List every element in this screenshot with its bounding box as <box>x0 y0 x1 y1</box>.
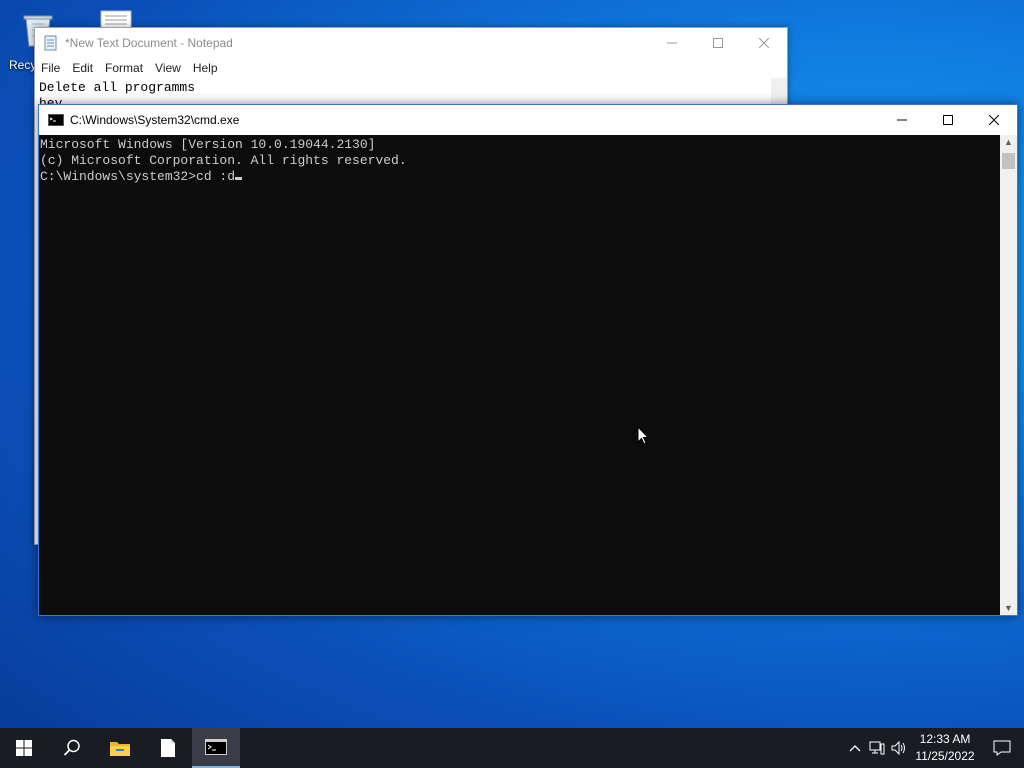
close-icon <box>989 115 999 125</box>
search-icon <box>63 739 80 756</box>
notepad-title: *New Text Document - Notepad <box>65 36 233 50</box>
start-button[interactable] <box>0 728 48 768</box>
menu-format[interactable]: Format <box>99 61 149 75</box>
file-explorer-icon <box>110 742 130 756</box>
show-hidden-icons-button[interactable] <box>844 728 866 768</box>
notepad-menubar: File Edit Format View Help <box>35 58 787 78</box>
notepad-minimize-button[interactable] <box>649 28 695 58</box>
mouse-pointer-icon <box>637 426 649 445</box>
start-icon <box>16 740 32 756</box>
close-icon <box>759 38 769 48</box>
menu-help[interactable]: Help <box>187 61 224 75</box>
console-line: Microsoft Windows [Version 10.0.19044.21… <box>40 137 376 152</box>
cmd-taskbar-button[interactable] <box>192 728 240 768</box>
cmd-window[interactable]: C:\Windows\System32\cmd.exe Microsoft Wi… <box>38 104 1018 616</box>
file-explorer-button[interactable] <box>96 728 144 768</box>
notepad-maximize-button[interactable] <box>695 28 741 58</box>
cmd-minimize-button[interactable] <box>879 105 925 135</box>
network-button[interactable] <box>866 728 888 768</box>
system-clock[interactable]: 12:33 AM 11/25/2022 <box>910 731 980 765</box>
scroll-up-icon[interactable]: ▲ <box>1004 137 1013 147</box>
recycle-bin-label: Recy <box>9 58 37 72</box>
chevron-up-icon <box>849 745 861 752</box>
notepad-close-button[interactable] <box>741 28 787 58</box>
notification-icon <box>993 740 1011 756</box>
search-button[interactable] <box>48 728 96 768</box>
text-cursor <box>235 177 243 180</box>
console-line: (c) Microsoft Corporation. All rights re… <box>40 153 407 168</box>
console-prompt-line: C:\Windows\system32>cd :d <box>40 169 999 185</box>
notepad-icon <box>161 739 175 757</box>
minimize-icon <box>897 119 907 121</box>
cmd-title: C:\Windows\System32\cmd.exe <box>70 113 240 127</box>
notepad-taskbar-button[interactable] <box>144 728 192 768</box>
action-center-button[interactable] <box>980 728 1024 768</box>
scroll-thumb[interactable] <box>1002 153 1015 169</box>
clock-time: 12:33 AM <box>919 732 971 746</box>
cmd-close-button[interactable] <box>971 105 1017 135</box>
taskbar: 12:33 AM 11/25/2022 <box>0 728 1024 768</box>
menu-view[interactable]: View <box>149 61 187 75</box>
cmd-icon <box>205 739 227 755</box>
cmd-app-icon <box>48 114 64 126</box>
cmd-titlebar[interactable]: C:\Windows\System32\cmd.exe <box>39 105 1017 135</box>
notepad-titlebar[interactable]: *New Text Document - Notepad <box>35 28 787 58</box>
volume-icon <box>891 741 905 755</box>
notepad-app-icon <box>44 35 57 51</box>
cmd-console[interactable]: Microsoft Windows [Version 10.0.19044.21… <box>39 135 1000 615</box>
menu-file[interactable]: File <box>35 61 66 75</box>
menu-edit[interactable]: Edit <box>66 61 99 75</box>
scroll-down-icon[interactable]: ▼ <box>1004 603 1013 613</box>
cmd-scrollbar[interactable]: ▲ ▼ <box>1000 135 1017 615</box>
cmd-maximize-button[interactable] <box>925 105 971 135</box>
console-prompt: C:\Windows\system32>cd :d <box>40 169 236 184</box>
maximize-icon <box>943 115 953 125</box>
volume-button[interactable] <box>888 728 910 768</box>
maximize-icon <box>713 38 723 48</box>
clock-date: 11/25/2022 <box>915 749 975 763</box>
network-icon <box>869 741 885 755</box>
notepad-line: Delete all programms <box>39 80 196 95</box>
minimize-icon <box>667 42 677 44</box>
